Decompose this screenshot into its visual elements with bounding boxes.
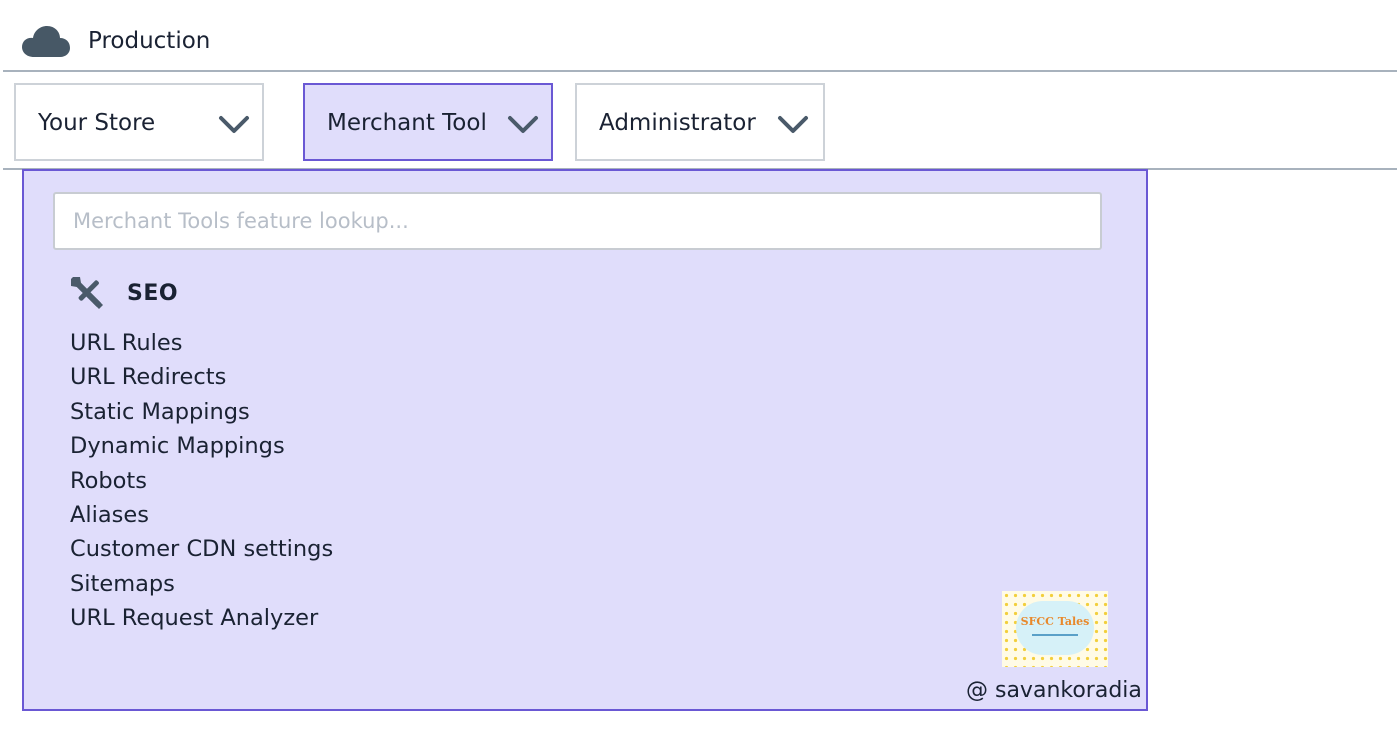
menu-item-customer-cdn-settings[interactable]: Customer CDN settings xyxy=(70,532,333,566)
seo-menu-list: URL Rules URL Redirects Static Mappings … xyxy=(70,326,333,636)
tab-your-store[interactable]: Your Store xyxy=(14,83,264,161)
tab-label: Your Store xyxy=(38,110,156,136)
sfcc-tales-logo: SFCC Tales xyxy=(1002,591,1108,667)
chevron-down-icon xyxy=(778,116,808,133)
environment-bar: Production xyxy=(0,0,1400,70)
menu-item-dynamic-mappings[interactable]: Dynamic Mappings xyxy=(70,429,333,463)
merchant-tools-menu: SEO URL Rules URL Redirects Static Mappi… xyxy=(22,169,1148,711)
logo-text: SFCC Tales xyxy=(1020,615,1090,628)
menu-item-sitemaps[interactable]: Sitemaps xyxy=(70,567,333,601)
menu-item-robots[interactable]: Robots xyxy=(70,464,333,498)
menu-item-url-request-analyzer[interactable]: URL Request Analyzer xyxy=(70,601,333,635)
menu-item-static-mappings[interactable]: Static Mappings xyxy=(70,395,333,429)
chevron-down-icon xyxy=(508,116,538,133)
tab-label: Merchant Tool xyxy=(327,110,487,136)
menu-item-url-rules[interactable]: URL Rules xyxy=(70,326,333,360)
environment-label: Production xyxy=(88,28,211,54)
menu-item-aliases[interactable]: Aliases xyxy=(70,498,333,532)
menu-item-url-redirects[interactable]: URL Redirects xyxy=(70,360,333,394)
chevron-down-icon xyxy=(219,116,249,133)
logo-cloud xyxy=(1016,601,1094,655)
cloud-icon xyxy=(22,26,70,57)
tools-icon xyxy=(71,277,103,309)
tab-merchant-tool[interactable]: Merchant Tool xyxy=(303,83,553,161)
section-title: SEO xyxy=(127,280,179,306)
section-header-seo: SEO xyxy=(69,274,178,312)
author-credit: @ savankoradia xyxy=(966,678,1142,703)
tab-administrator[interactable]: Administrator xyxy=(575,83,825,161)
feature-lookup-input[interactable] xyxy=(53,192,1102,250)
header-divider xyxy=(3,70,1397,72)
tab-label: Administrator xyxy=(599,110,756,136)
logo-underline xyxy=(1032,634,1078,636)
